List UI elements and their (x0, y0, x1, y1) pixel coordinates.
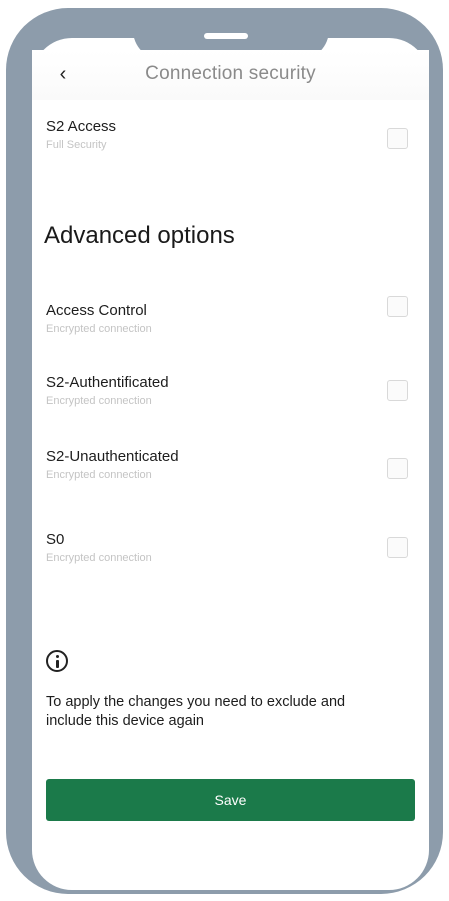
option-subtitle: Encrypted connection (46, 323, 152, 335)
option-subtitle: Full Security (46, 139, 107, 151)
s2-access-checkbox[interactable] (387, 128, 408, 149)
option-subtitle: Encrypted connection (46, 469, 152, 481)
option-title: S2-Unauthenticated (46, 448, 179, 465)
option-s2-unauthenticated[interactable]: S2-Unauthenticated Encrypted connection (46, 448, 416, 496)
option-title: S2 Access (46, 118, 117, 135)
access-control-checkbox[interactable] (387, 296, 408, 317)
option-subtitle: Encrypted connection (46, 395, 152, 407)
section-title: Advanced options (44, 222, 235, 249)
info-icon (46, 650, 68, 672)
option-title: Access Control (46, 302, 147, 319)
option-s0[interactable]: S0 Encrypted connection (46, 531, 416, 579)
option-title: S2-Authentificated (46, 374, 169, 391)
info-message: To apply the changes you need to exclude… (46, 694, 346, 729)
app-header: ‹ Connection security (32, 50, 429, 100)
option-access-control[interactable]: Access Control Encrypted connection (46, 296, 416, 350)
option-s2-access[interactable]: S2 Access Full Security (46, 118, 416, 166)
s2-authentificated-checkbox[interactable] (387, 380, 408, 401)
s2-unauthenticated-checkbox[interactable] (387, 458, 408, 479)
option-s2-authentificated[interactable]: S2-Authentificated Encrypted connection (46, 374, 416, 422)
s0-checkbox[interactable] (387, 537, 408, 558)
speaker-bar (204, 33, 248, 39)
save-button[interactable]: Save (46, 779, 415, 821)
option-title: S0 (46, 531, 65, 548)
page-title: Connection security (145, 63, 316, 84)
option-subtitle: Encrypted connection (46, 552, 152, 564)
